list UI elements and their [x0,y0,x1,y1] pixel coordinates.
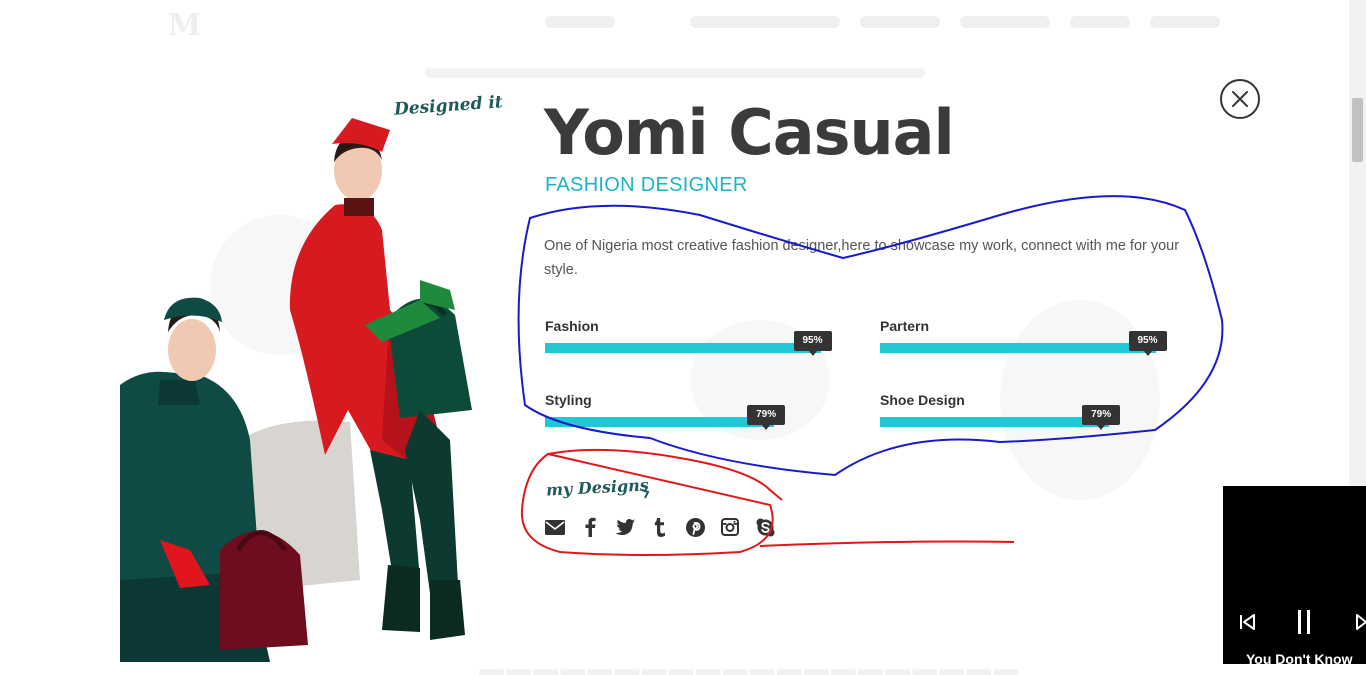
background-navbar: M [0,0,1366,78]
background-heading: ▁▁▁▁▁▁▁▁▁▁▁▁▁▁▁▁▁▁▁▁ [480,641,1022,674]
skill-progress-bar: 95% [880,331,1170,356]
skill-progress-bar: 95% [545,331,835,356]
red-annotation-arrow [759,540,1015,547]
instagram-icon[interactable] [719,516,741,538]
designer-role: FASHION DESIGNER [545,174,748,196]
background-logo: M [168,8,202,43]
skill-percent-badge: 79% [747,405,786,430]
envelope-icon[interactable] [544,516,566,538]
scrollbar-thumb[interactable] [1352,98,1363,162]
background-nav-link [690,16,840,28]
skill-label: Fashion [545,318,599,334]
player-track-title: You Don't Know [1246,651,1353,667]
designer-name: Yomi Casual [544,96,955,169]
close-button[interactable] [1220,79,1260,119]
skill-percent-badge: 95% [1128,331,1167,356]
mini-player[interactable]: You Don't Know [1223,486,1366,667]
previous-icon[interactable] [1238,613,1256,636]
twitter-icon[interactable] [614,516,636,538]
skill-percent-badge: 95% [793,331,832,356]
next-icon[interactable] [1356,613,1366,636]
pinterest-icon[interactable] [684,516,706,538]
skill-label: Shoe Design [880,392,965,408]
designer-photo [120,110,472,662]
background-nav-link [860,16,940,28]
skill-label: Styling [545,392,592,408]
background-nav-link [545,16,615,28]
skill-label: Partern [880,318,930,334]
skill-percent-badge: 79% [1082,405,1121,430]
skill-progress-bar: 79% [880,405,1170,430]
social-links [544,516,776,538]
my-designs-label: my Designs [545,475,650,500]
designer-bio: One of Nigeria most creative fashion des… [544,238,1180,278]
skill-progress-fill [880,343,1156,353]
skill-progress-fill [545,343,821,353]
background-subtitle [425,68,925,78]
skill-progress-fill [880,417,1110,427]
close-icon [1232,91,1248,107]
pause-icon[interactable] [1296,610,1312,639]
skill-progress-bar: 79% [545,405,835,430]
designed-it-tagline: Designed it [393,92,504,120]
background-nav-link [960,16,1050,28]
background-nav-link [1070,16,1130,28]
background-sketch [1000,300,1160,500]
skill-progress-fill [545,417,775,427]
facebook-icon[interactable] [579,516,601,538]
skype-icon[interactable] [754,516,776,538]
tumblr-icon[interactable] [649,516,671,538]
background-nav-link [1150,16,1220,28]
red-annotation-loop [520,448,783,556]
